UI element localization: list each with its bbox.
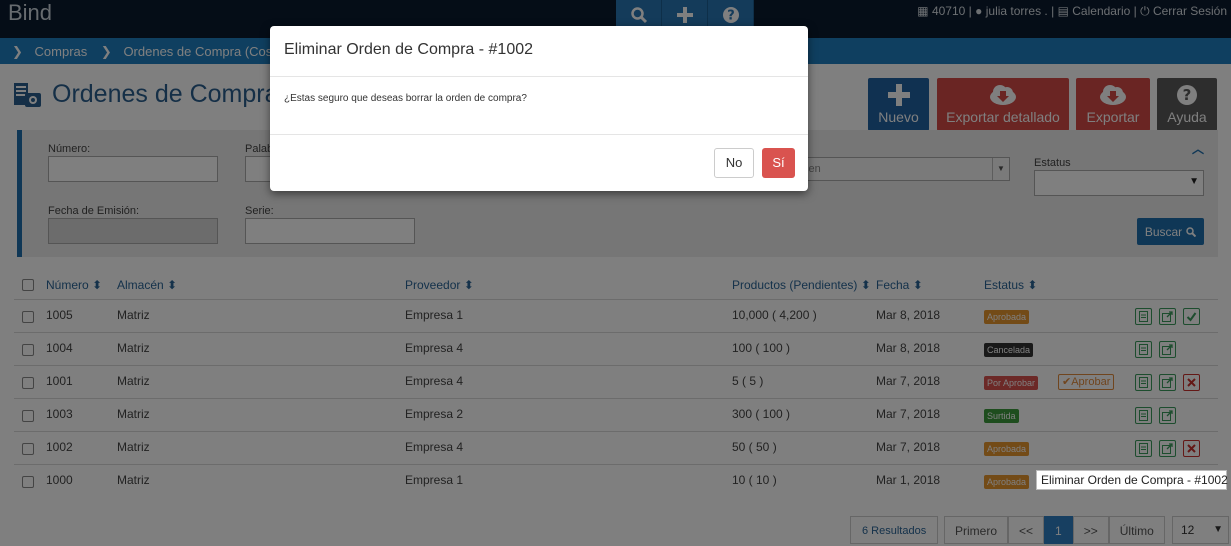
- no-button[interactable]: No: [714, 148, 754, 178]
- modal-divider: [270, 134, 808, 135]
- delete-tooltip: Eliminar Orden de Compra - #1002: [1036, 470, 1228, 490]
- modal-body-text: ¿Estas seguro que deseas borrar la orden…: [284, 93, 527, 104]
- yes-button[interactable]: Sí: [762, 148, 795, 178]
- modal-divider: [270, 76, 808, 77]
- modal-title: Eliminar Orden de Compra - #1002: [284, 41, 534, 58]
- delete-confirm-modal: Eliminar Orden de Compra - #1002 ¿Estas …: [270, 26, 808, 191]
